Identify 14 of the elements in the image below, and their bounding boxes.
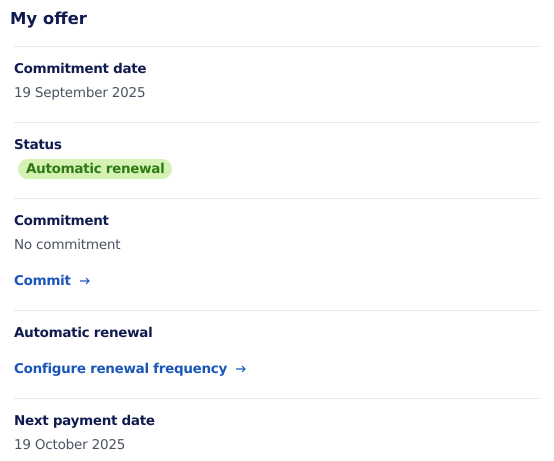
status-badge: Automatic renewal bbox=[18, 159, 172, 179]
action-link[interactable]: Configure renewal frequency bbox=[14, 357, 246, 381]
arrow-right-icon bbox=[236, 365, 246, 373]
field-label: Status bbox=[14, 137, 62, 153]
field-label: Commitment date bbox=[14, 61, 146, 77]
field-value: No commitment bbox=[14, 237, 120, 253]
section-title: My offer bbox=[10, 9, 87, 28]
field-label: Next payment date bbox=[14, 413, 155, 429]
field-value: 19 September 2025 bbox=[14, 85, 146, 101]
field-label: Commitment bbox=[14, 213, 109, 229]
action-link[interactable]: Commit bbox=[14, 269, 90, 293]
field-value: 19 October 2025 bbox=[14, 437, 126, 453]
field-label: Automatic renewal bbox=[14, 325, 152, 341]
arrow-right-icon bbox=[80, 277, 90, 285]
